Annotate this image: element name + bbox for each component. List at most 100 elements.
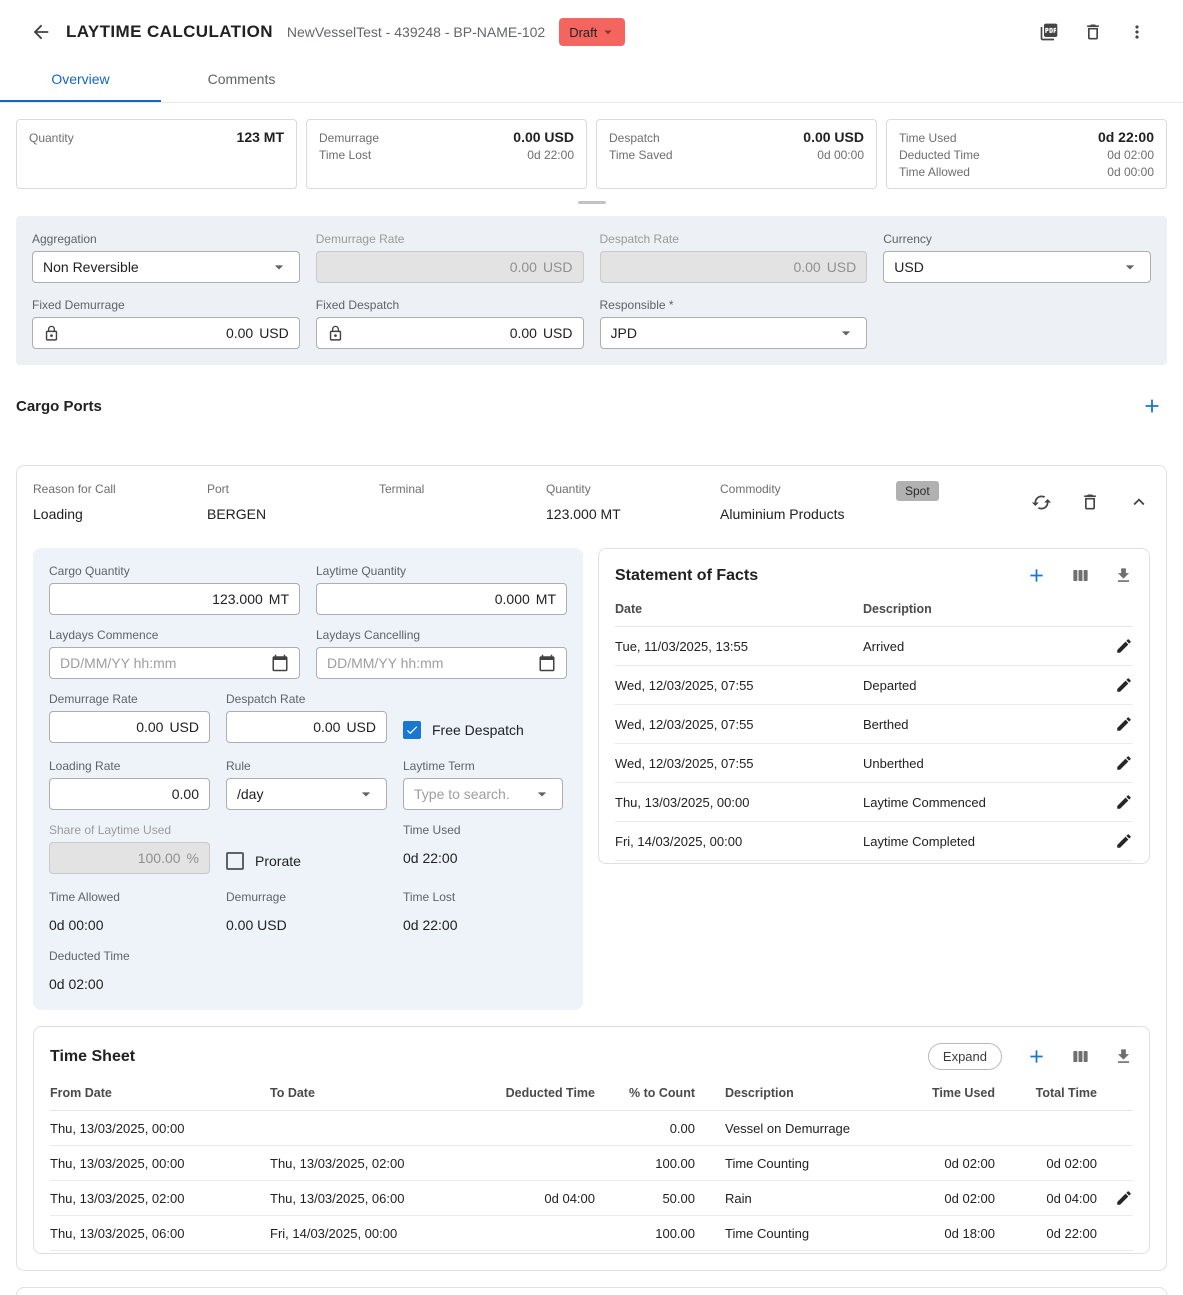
cargo-ports-header: Cargo Ports [16,395,1163,417]
calendar-icon[interactable] [538,654,556,672]
laydays-commence-input[interactable] [49,647,300,679]
demurrage-rate-label: Demurrage Rate [316,232,584,246]
tab-comments[interactable]: Comments [161,58,322,102]
statement-of-facts-panel: Statement of Facts Date Description [598,548,1150,864]
resize-handle[interactable] [578,201,606,204]
chevron-down-icon [356,784,376,804]
deducted-time-stat: Deducted Time 0d 02:00 [49,949,210,992]
fixed-despatch-value[interactable] [350,325,537,341]
time-sheet-row: Thu, 13/03/2025, 06:00 Fri, 14/03/2025, … [50,1216,1133,1251]
columns-icon[interactable] [1071,566,1090,585]
add-cargo-port-icon[interactable] [1141,395,1163,417]
summary-label: Time Used [899,131,957,145]
collapse-chevron-up-icon[interactable] [1128,491,1150,513]
port-despatch-rate-value[interactable] [237,719,340,735]
edit-pencil-icon[interactable] [1115,676,1133,694]
header-actions [1039,22,1147,42]
next-section-edge [16,1287,1167,1295]
port-despatch-rate-input[interactable]: USD [226,711,387,743]
laydays-cancelling-value[interactable] [327,655,532,671]
laydays-commence-value[interactable] [60,655,265,671]
laytime-term-input[interactable] [403,778,563,810]
add-sof-row-icon[interactable] [1026,565,1047,586]
laydays-cancelling-input[interactable] [316,647,567,679]
page-subtitle: NewVesselTest - 439248 - BP-NAME-102 [287,24,545,40]
edit-pencil-icon[interactable] [1115,793,1133,811]
aggregation-label: Aggregation [32,232,300,246]
summary-value: 0d 02:00 [1107,148,1154,162]
demurrage-rate-value [327,259,537,275]
fixed-demurrage-input[interactable]: USD [32,317,300,349]
edit-pencil-icon[interactable] [1115,715,1133,733]
free-despatch-checkbox[interactable]: Free Despatch [403,714,563,746]
calendar-icon[interactable] [271,654,289,672]
edit-pencil-icon[interactable] [1115,832,1133,850]
loading-rate-input[interactable] [49,778,210,810]
summary-label: Quantity [29,131,74,145]
more-options-icon[interactable] [1127,22,1147,42]
summary-label: Demurrage [319,131,379,145]
fixed-demurrage-value[interactable] [66,325,253,341]
edit-pencil-icon[interactable] [1115,637,1133,655]
delete-port-icon[interactable] [1080,492,1100,512]
cargo-port-card: Reason for Call Loading Port BERGEN Term… [16,465,1167,1271]
page-title: LAYTIME CALCULATION [66,22,273,42]
delete-icon[interactable] [1083,22,1103,42]
sof-row: Thu, 13/03/2025, 00:00 Laytime Commenced [615,783,1133,822]
status-badge[interactable]: Draft [559,18,625,46]
share-of-laytime-field: Share of Laytime Used % [49,823,210,877]
terminal-field: Terminal [379,482,542,522]
laytime-quantity-input[interactable]: MT [316,583,567,615]
port-demurrage-rate-value[interactable] [60,719,163,735]
despatch-rate-label: Despatch Rate [600,232,868,246]
time-sheet-table-header: From Date To Date Deducted Time % to Cou… [50,1070,1133,1111]
summary-value: 0d 22:00 [527,148,574,162]
download-icon[interactable] [1114,1047,1133,1066]
aggregation-field: Aggregation Non Reversible [32,232,300,283]
spot-badge: Spot [896,481,939,501]
time-sheet-actions: Expand [928,1043,1133,1070]
edit-pencil-icon[interactable] [1115,754,1133,772]
laytime-form: Cargo Quantity MT Laytime Quantity MT [33,548,583,1010]
laydays-cancelling-field: Laydays Cancelling [316,628,567,679]
edit-pencil-icon[interactable] [1115,1189,1133,1207]
back-arrow-icon[interactable] [30,21,52,43]
summary-label: Time Allowed [899,165,970,179]
calculation-settings-panel: Aggregation Non Reversible Demurrage Rat… [16,216,1167,365]
tab-overview[interactable]: Overview [0,58,161,102]
laytime-term-value[interactable] [414,786,526,802]
responsible-select[interactable]: JPD [600,317,868,349]
checkbox-checked-icon [403,721,421,739]
cargo-quantity-value[interactable] [60,591,263,607]
currency-select[interactable]: USD [883,251,1151,283]
chevron-down-icon [599,23,617,41]
prorate-checkbox[interactable]: Prorate [226,845,387,877]
laytime-quantity-value[interactable] [327,591,530,607]
export-pdf-icon[interactable] [1039,22,1059,42]
checkbox-unchecked-icon [226,852,244,870]
fixed-demurrage-label: Fixed Demurrage [32,298,300,312]
download-icon[interactable] [1114,566,1133,585]
despatch-rate-value [611,259,821,275]
port-demurrage-rate-field: Demurrage Rate USD [49,692,210,746]
currency-field: Currency USD [883,232,1151,283]
laytime-term-field: Laytime Term [403,759,563,810]
expand-button[interactable]: Expand [928,1043,1002,1070]
add-timesheet-row-icon[interactable] [1026,1046,1047,1067]
cargo-quantity-input[interactable]: MT [49,583,300,615]
time-allowed-stat: Time Allowed 0d 00:00 [49,890,210,933]
port-demurrage-rate-input[interactable]: USD [49,711,210,743]
sof-row: Wed, 12/03/2025, 07:55 Unberthed [615,744,1133,783]
page-header: LAYTIME CALCULATION NewVesselTest - 4392… [0,0,1183,46]
lock-icon [43,325,60,342]
aggregation-select[interactable]: Non Reversible [32,251,300,283]
loading-rate-value[interactable] [60,786,199,802]
rule-select[interactable]: /day [226,778,387,810]
cargo-quantity-field: Cargo Quantity MT [49,564,300,615]
chevron-down-icon [1120,257,1140,277]
fixed-despatch-input[interactable]: USD [316,317,584,349]
recalculate-icon[interactable] [1031,492,1052,513]
columns-icon[interactable] [1071,1047,1090,1066]
summary-value: 0d 22:00 [1098,129,1154,145]
summary-value: 0.00 USD [803,129,864,145]
